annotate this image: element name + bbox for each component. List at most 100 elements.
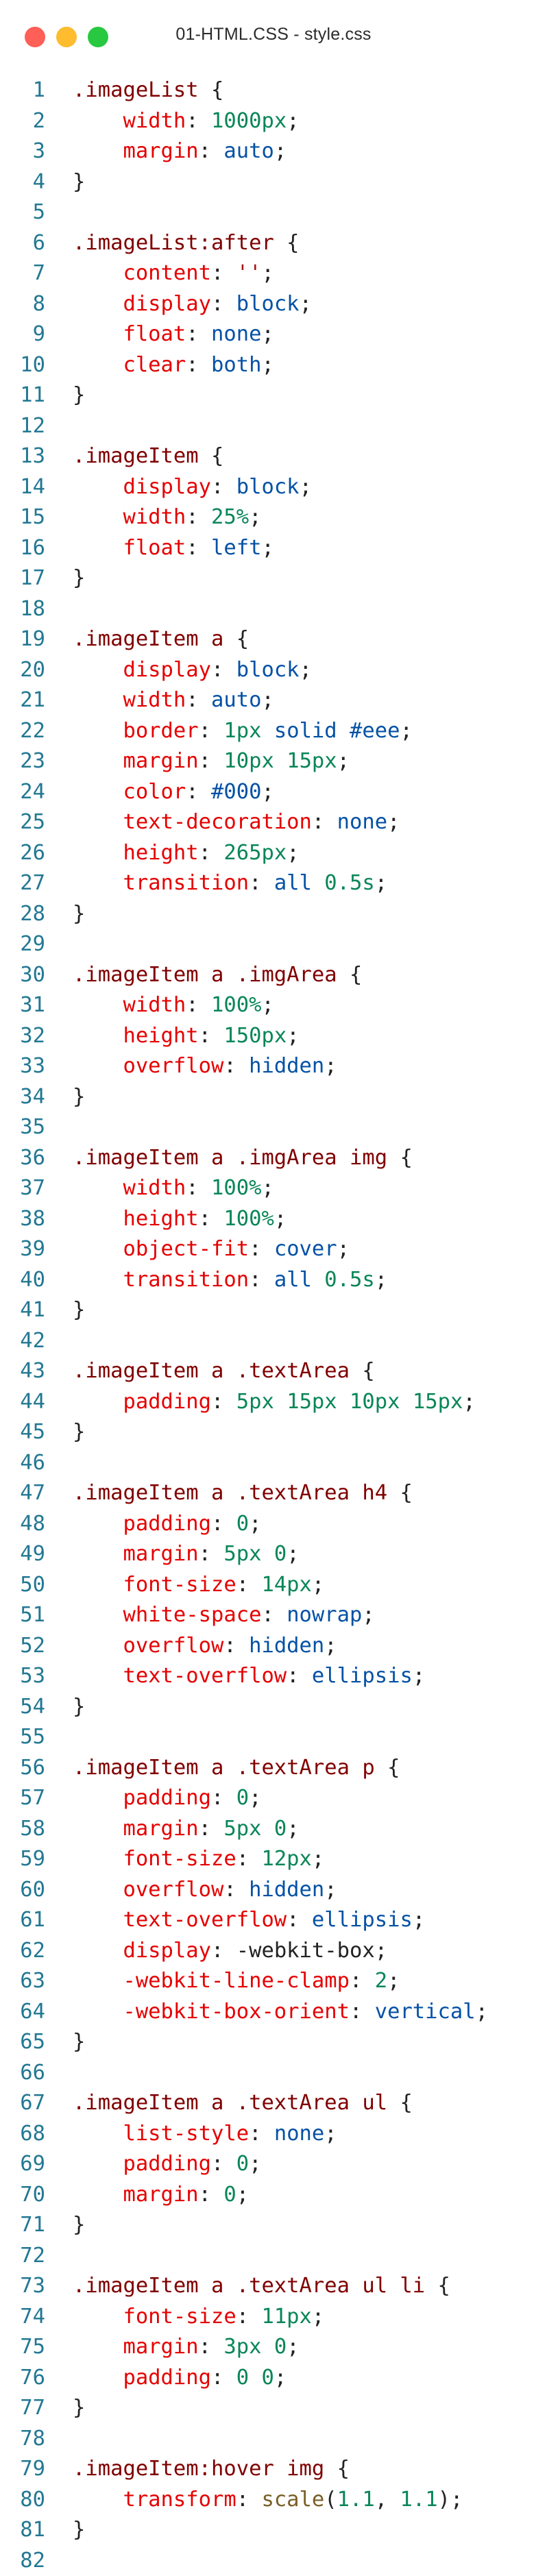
- code-token: ;: [312, 2305, 324, 2329]
- code-token: clear: [123, 353, 186, 377]
- code-token: ;: [476, 2000, 488, 2024]
- code-token: 0: [274, 1542, 287, 1566]
- code-line: 54}: [0, 1692, 547, 1723]
- code-token: transform: [123, 2488, 236, 2512]
- code-token: :: [211, 658, 236, 682]
- line-number: 79: [0, 2454, 45, 2485]
- code-token: :: [211, 2366, 236, 2390]
- code-token: ;: [413, 1908, 425, 1932]
- line-number: 10: [0, 350, 45, 381]
- code-token: margin: [123, 1817, 198, 1841]
- line-number: 38: [0, 1204, 45, 1235]
- code-token: scale: [261, 2488, 324, 2512]
- line-number: 7: [0, 258, 45, 289]
- code-token: :: [249, 871, 274, 895]
- code-token: [73, 1573, 123, 1597]
- code-token: :: [249, 2122, 274, 2146]
- line-number: 65: [0, 2027, 45, 2058]
- code-token: [73, 1878, 123, 1902]
- code-token: both: [211, 353, 261, 377]
- code-token: {: [274, 231, 300, 255]
- code-token: text-decoration: [123, 810, 311, 834]
- code-token: font-size: [123, 1573, 236, 1597]
- line-number: 17: [0, 563, 45, 594]
- line-number: 29: [0, 929, 45, 960]
- code-token: }: [73, 170, 85, 194]
- code-text: transition: all 0.5s;: [73, 868, 387, 899]
- code-token: 1000px: [211, 109, 287, 133]
- code-token: ;: [236, 2183, 249, 2207]
- code-text: -webkit-box-orient: vertical;: [73, 1997, 488, 2028]
- code-token: margin: [123, 139, 198, 163]
- code-text: margin: 10px 15px;: [73, 746, 350, 777]
- code-token: ;: [362, 1603, 374, 1627]
- code-token: ;: [387, 810, 400, 834]
- code-line: 33 overflow: hidden;: [0, 1051, 547, 1082]
- code-token: }: [73, 566, 85, 590]
- code-token: [73, 1512, 123, 1536]
- code-token: [249, 2366, 261, 2390]
- line-number: 62: [0, 1936, 45, 1967]
- code-token: {: [425, 2274, 450, 2298]
- code-token: [73, 688, 123, 712]
- code-token: ;: [261, 322, 274, 346]
- code-token: [73, 749, 123, 773]
- code-token: :: [211, 292, 236, 316]
- line-number: 11: [0, 380, 45, 411]
- code-editor[interactable]: 1.imageList {2 width: 1000px;3 margin: a…: [0, 75, 547, 2576]
- code-token: font-size: [123, 2305, 236, 2329]
- code-token: margin: [123, 749, 198, 773]
- code-token: [73, 1634, 123, 1658]
- line-number: 54: [0, 1692, 45, 1723]
- code-token: :: [186, 993, 211, 1017]
- code-line: 77}: [0, 2393, 547, 2424]
- code-token: 100%: [223, 1207, 274, 1231]
- code-line: 24 color: #000;: [0, 777, 547, 808]
- code-token: :: [350, 2000, 375, 2024]
- code-line: 67.imageItem a .textArea ul {: [0, 2088, 547, 2119]
- code-line: 39 object-fit: cover;: [0, 1234, 547, 1265]
- code-token: padding: [123, 1512, 211, 1536]
- code-line: 55: [0, 1722, 547, 1753]
- code-text: .imageItem a .textArea ul li {: [73, 2271, 450, 2302]
- code-token: padding: [123, 1390, 211, 1414]
- code-token: :: [211, 1939, 236, 1963]
- line-number: 15: [0, 502, 45, 533]
- code-token: all: [274, 871, 312, 895]
- code-line: 42: [0, 1326, 547, 1357]
- code-text: margin: 0;: [73, 2180, 249, 2211]
- code-text: padding: 0;: [73, 1783, 261, 1814]
- code-token: [73, 2183, 123, 2207]
- code-token: [73, 993, 123, 1017]
- code-token: :: [223, 1878, 249, 1902]
- code-token: ;: [413, 1664, 425, 1688]
- code-token: ;: [300, 658, 312, 682]
- code-token: 0: [274, 1817, 287, 1841]
- code-token: [73, 1786, 123, 1810]
- code-token: ellipsis: [312, 1664, 413, 1688]
- line-number: 81: [0, 2515, 45, 2546]
- line-number: 23: [0, 746, 45, 777]
- line-number: 40: [0, 1265, 45, 1296]
- code-token: :: [236, 2305, 262, 2329]
- code-token: display: [123, 1939, 211, 1963]
- code-token: .imageItem a .textArea ul li: [73, 2274, 425, 2298]
- code-token: {: [375, 1756, 400, 1780]
- line-number: 36: [0, 1143, 45, 1174]
- code-token: }: [73, 1695, 85, 1719]
- code-text: height: 265px;: [73, 838, 300, 869]
- code-token: :: [287, 1908, 312, 1932]
- code-text: padding: 0;: [73, 1509, 261, 1540]
- code-token: }: [73, 1085, 85, 1109]
- code-token: :: [199, 139, 224, 163]
- code-token: solid: [274, 719, 337, 743]
- code-text: width: 100%;: [73, 990, 274, 1021]
- code-token: display: [123, 475, 211, 499]
- code-token: ;: [387, 1969, 400, 1993]
- code-token: :: [211, 2152, 236, 2176]
- code-token: :: [186, 109, 211, 133]
- code-token: ;: [274, 1207, 287, 1231]
- line-number: 55: [0, 1722, 45, 1753]
- code-line: 82: [0, 2546, 547, 2576]
- code-token: :: [199, 841, 224, 865]
